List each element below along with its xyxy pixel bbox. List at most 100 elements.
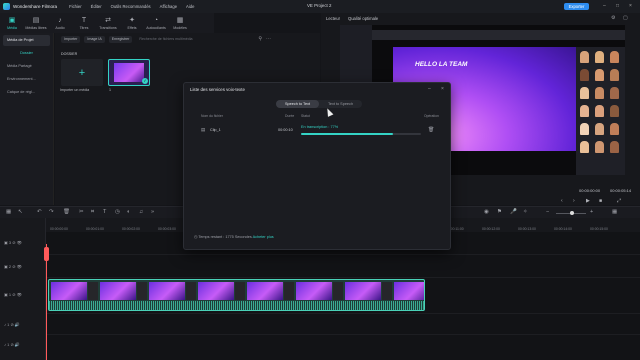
record-dropdown[interactable]: Enregistrer <box>108 35 133 43</box>
tab-reader[interactable]: Lecteur <box>326 16 340 21</box>
zoom-in-icon[interactable]: + <box>590 209 593 215</box>
menu-help[interactable]: Aide <box>186 4 194 9</box>
plus-icon: + <box>78 66 86 79</box>
tab-speech-to-text[interactable]: Speech to Text <box>276 100 319 108</box>
avatar <box>580 87 589 99</box>
file-duration: 00:00:10 <box>278 128 293 132</box>
media-clip-thumbnail[interactable]: ✓ <box>108 59 150 86</box>
render-icon[interactable]: ◉ <box>484 209 489 215</box>
redo-icon[interactable]: ↷ <box>49 209 54 215</box>
maximize-icon[interactable]: □ <box>616 3 619 9</box>
marker-icon[interactable]: ⚑ <box>497 209 502 215</box>
split-icon[interactable]: ✂ <box>79 209 84 215</box>
player-settings-icon[interactable]: ⚙ <box>611 15 615 21</box>
avatar <box>595 87 604 99</box>
select-icon[interactable]: ↖ <box>18 209 23 215</box>
sidebar-item-folder[interactable]: Dossier <box>3 48 50 59</box>
track-header-audio-2[interactable]: ♪ 1 ⊘ 🔊 <box>4 342 20 347</box>
dialog-footer: ◷ Temps restant : 1775 Secondes Acheter … <box>194 234 274 239</box>
tab-transitions[interactable]: ⇄ Transitions <box>96 13 120 33</box>
ruler-tick: 00:00:15:00 <box>590 227 608 231</box>
column-header-duration: Durée <box>285 114 295 118</box>
timeline-grid-icon[interactable]: ▦ <box>612 209 617 215</box>
dialog-close-icon[interactable]: × <box>441 86 444 92</box>
mic-icon[interactable]: 🎤 <box>510 209 517 215</box>
buy-more-link[interactable]: Acheter plus <box>253 235 274 239</box>
menu-bar: Fichier Éditer Outils Recommandés Affich… <box>69 4 194 9</box>
sidebar-item-project-media[interactable]: Média de Projet <box>3 35 50 46</box>
minimize-icon[interactable]: – <box>603 3 606 9</box>
ai-icon[interactable]: ✧ <box>523 209 528 215</box>
filter-icon[interactable]: ⚲ <box>258 36 262 42</box>
export-button[interactable]: Exporter <box>564 3 589 10</box>
track-header-audio-1[interactable]: ♪ 1 ⊘ 🔊 <box>4 322 20 327</box>
import-dropdown[interactable]: Importer <box>61 35 81 43</box>
tab-stickers[interactable]: ◔ Autocollants <box>144 13 168 33</box>
ruler-tick: 00:00:03:00 <box>158 227 176 231</box>
next-frame-icon[interactable]: › <box>573 198 575 204</box>
tab-media[interactable]: ▣ Média <box>0 13 24 33</box>
tab-label: Effets <box>127 25 137 30</box>
sidebar-item-shared-media[interactable]: Média Partagé <box>3 61 50 72</box>
project-title: VE Project 2 <box>307 3 332 8</box>
ruler-tick: 00:00:12:00 <box>482 227 500 231</box>
ruler-tick: 00:00:01:00 <box>86 227 104 231</box>
undo-icon[interactable]: ↶ <box>37 209 42 215</box>
column-header-operation: Opération <box>424 114 439 118</box>
close-icon[interactable]: × <box>629 3 632 9</box>
image-ai-button[interactable]: Image IA <box>84 35 105 43</box>
menu-view[interactable]: Affichage <box>160 4 177 9</box>
clip-frame <box>345 282 381 300</box>
preview-title-text: HELLO LA TEAM <box>415 61 468 68</box>
tab-label: Modèles <box>173 25 187 30</box>
more-tools-icon[interactable]: » <box>151 209 154 215</box>
track-header-video-1[interactable]: ▣ 1 ⊘ 👁 <box>4 292 22 297</box>
stop-icon[interactable]: ■ <box>599 198 602 204</box>
zoom-slider-handle[interactable] <box>570 211 574 215</box>
timeline-video-clip[interactable] <box>48 279 425 311</box>
dialog-minimize-icon[interactable]: – <box>428 86 431 92</box>
tab-titles[interactable]: T Titres <box>72 13 96 33</box>
player-snapshot-icon[interactable]: ▢ <box>623 15 628 21</box>
sidebar-item-environment[interactable]: Environnement... <box>3 74 50 85</box>
speed-icon[interactable]: ◷ <box>115 209 120 215</box>
avatar <box>580 123 589 135</box>
media-clip-label: 1 <box>109 88 111 92</box>
templates-icon: ▦ <box>176 16 184 24</box>
playhead-line[interactable] <box>46 244 47 360</box>
menu-tools[interactable]: Outils Recommandés <box>111 4 151 9</box>
remaining-time: Temps restant : 1775 Secondes <box>198 235 252 239</box>
menu-edit[interactable]: Éditer <box>91 4 102 9</box>
media-icon: ▣ <box>8 16 16 24</box>
tab-templates[interactable]: ▦ Modèles <box>168 13 192 33</box>
quality-dropdown[interactable]: Qualité optimale <box>348 16 378 21</box>
delete-icon[interactable]: 🗑 <box>63 209 70 215</box>
fullscreen-icon[interactable]: ⤢ <box>617 198 621 204</box>
track-header-video-2[interactable]: ▣ 2 ⊘ 👁 <box>4 264 22 269</box>
layout-icon[interactable]: ▦ <box>6 209 11 215</box>
color-icon[interactable]: ◐ <box>127 209 130 215</box>
tab-text-to-speech[interactable]: Text to Speech <box>319 100 362 108</box>
crop-icon[interactable]: ⌗ <box>91 209 94 216</box>
clip-frame <box>100 282 136 300</box>
tab-effects[interactable]: ✦ Effets <box>120 13 144 33</box>
more-icon[interactable]: ⋯ <box>266 36 271 42</box>
play-icon[interactable]: ▶ <box>586 198 590 204</box>
track-divider <box>46 334 640 335</box>
zoom-out-icon[interactable]: − <box>546 209 549 215</box>
sidebar-item-adjustment[interactable]: Catque de régl... <box>3 87 50 98</box>
tab-audio[interactable]: ♪ Audio <box>48 13 72 33</box>
text-icon[interactable]: T <box>103 209 106 215</box>
tab-stock-media[interactable]: ▤ Médias libres <box>24 13 48 33</box>
trash-icon[interactable]: 🗑 <box>428 127 434 133</box>
prev-frame-icon[interactable]: ‹ <box>561 198 563 204</box>
playhead-handle[interactable] <box>44 247 49 261</box>
import-media-tile[interactable]: + <box>61 59 103 86</box>
track-number: 1 <box>7 322 10 327</box>
media-search-input[interactable]: Recherche de fichiers multimédia <box>136 36 254 43</box>
track-header-video-3[interactable]: ▣ 3 ⊘ 👁 <box>4 240 22 245</box>
timeline-tracks[interactable] <box>46 232 640 360</box>
audio-adjust-icon[interactable]: ♫ <box>139 209 143 215</box>
menu-file[interactable]: Fichier <box>69 4 82 9</box>
progress-fill <box>301 133 394 135</box>
